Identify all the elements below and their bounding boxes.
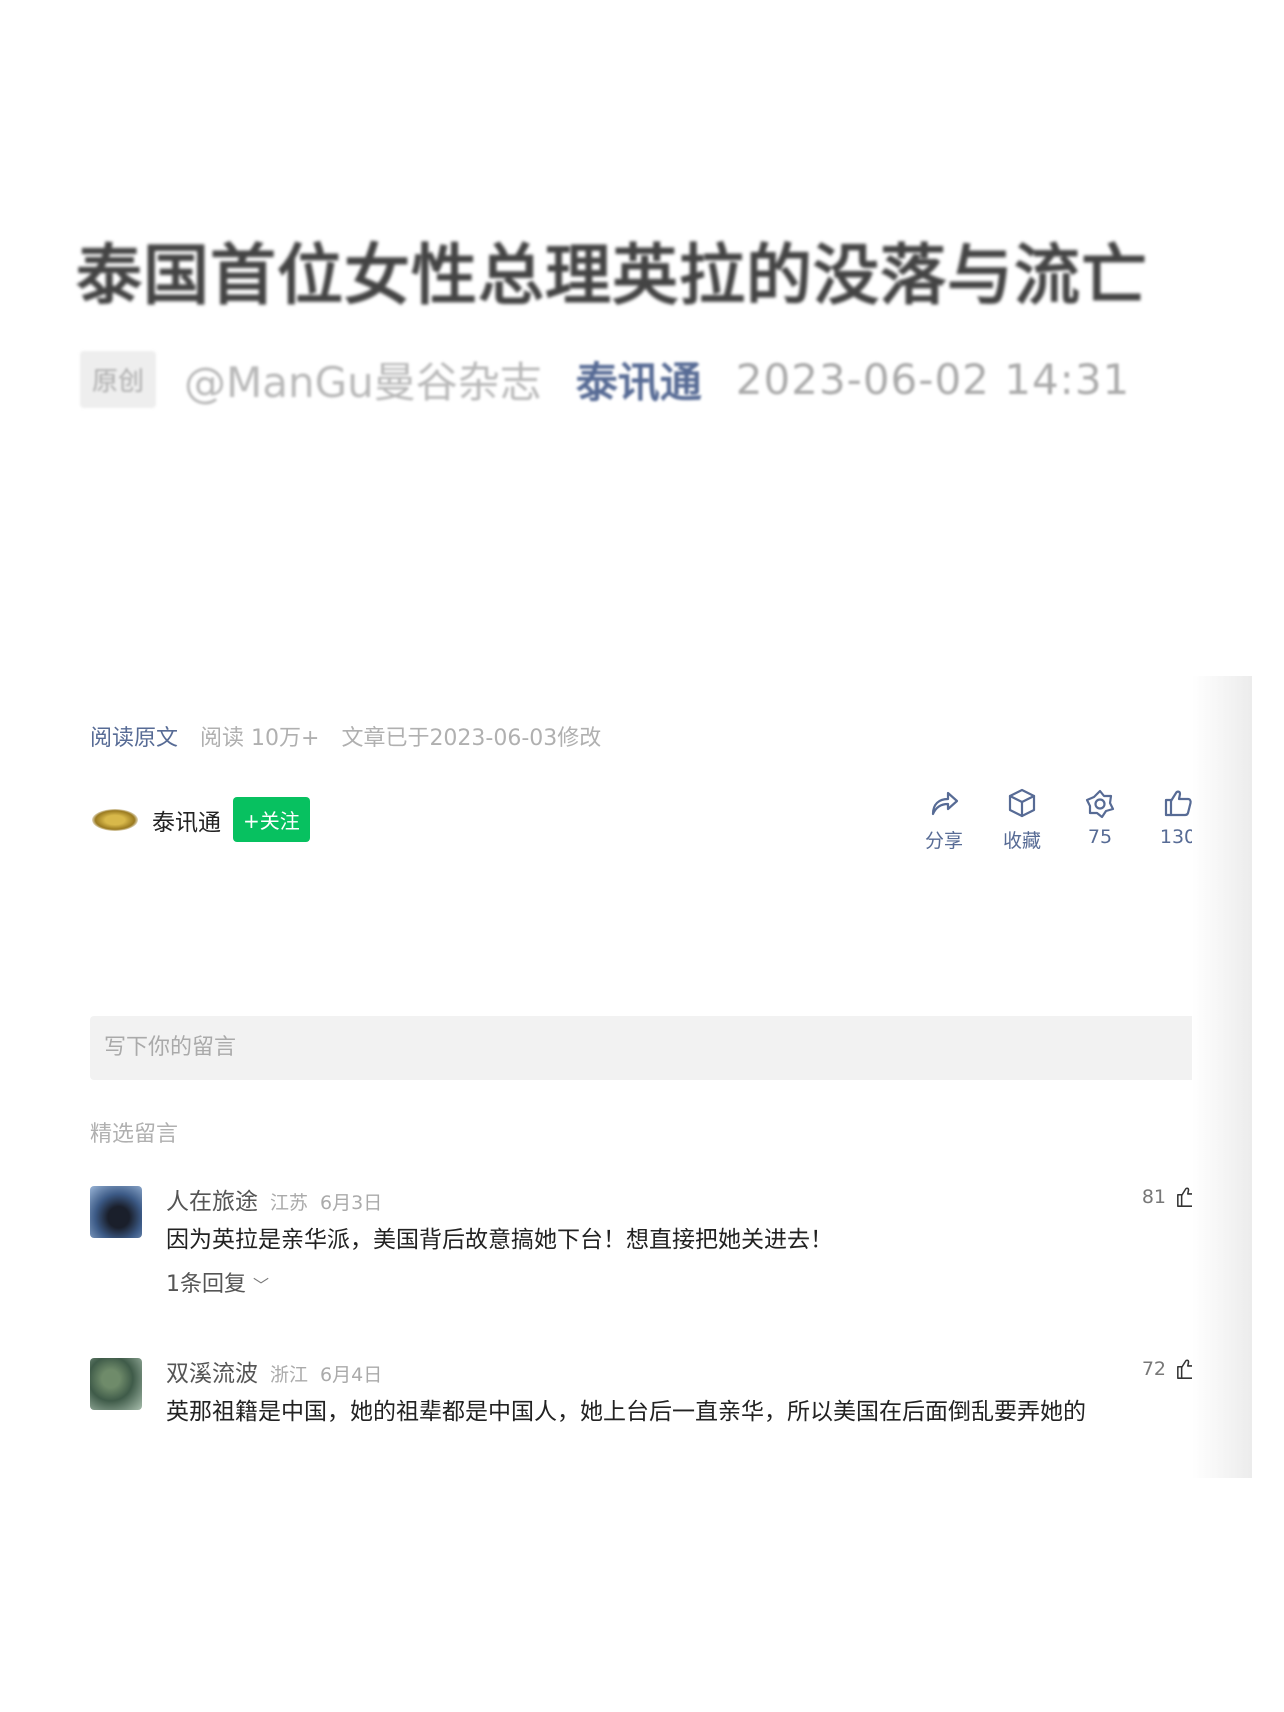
- chevron-down-icon: ﹀: [253, 1276, 270, 1295]
- like-count: 130: [1159, 826, 1197, 848]
- avatar[interactable]: [90, 1186, 142, 1238]
- comment-like-count: 81: [1141, 1186, 1166, 1208]
- comment-location: 浙江: [270, 1364, 309, 1386]
- follow-button[interactable]: +关注: [233, 797, 310, 842]
- replies-count: 1条回复: [166, 1272, 246, 1297]
- favorite-box-icon: [1008, 788, 1036, 818]
- comment-nickname: 人在旅途: [166, 1189, 258, 1215]
- read-count: 阅读 10万+: [200, 726, 320, 751]
- read-info-line: 阅读原文 阅读 10万+ 文章已于2023-06-03修改: [90, 720, 601, 752]
- article-title: 泰国首位女性总理英拉的没落与流亡: [76, 237, 1148, 314]
- author-name: @ManGu曼谷杂志: [184, 357, 542, 407]
- avatar[interactable]: [90, 1358, 142, 1410]
- comment-location: 江苏: [270, 1192, 309, 1214]
- favorite-button[interactable]: 收藏: [1000, 786, 1044, 853]
- share-label: 分享: [924, 830, 963, 852]
- comment-text: 英那祖籍是中国，她的祖辈都是中国人，她上台后一直亲华，所以美国在后面倒乱要弄她的: [166, 1399, 1086, 1425]
- action-bar: 分享 收藏 75 130: [922, 786, 1200, 853]
- favorite-label: 收藏: [1002, 830, 1041, 852]
- account-link[interactable]: 泰讯通: [576, 349, 702, 410]
- share-button[interactable]: 分享: [922, 786, 966, 853]
- replies-toggle[interactable]: 1条回复 ﹀: [166, 1266, 269, 1298]
- page-edge-shadow: [1192, 676, 1252, 1478]
- flower-button[interactable]: 75: [1078, 786, 1122, 853]
- modified-note: 文章已于2023-06-03修改: [341, 726, 602, 751]
- comment-date: 6月4日: [320, 1364, 383, 1386]
- comment-text: 因为英拉是亲华派，美国背后故意搞她下台！想直接把她关进去！: [166, 1227, 833, 1253]
- comment-nickname: 双溪流波: [166, 1361, 258, 1387]
- flower-count: 75: [1087, 826, 1113, 848]
- account-bar: 泰讯通 +关注: [92, 797, 310, 842]
- comment-input[interactable]: 写下你的留言: [90, 1016, 1204, 1080]
- flower-icon: [1085, 789, 1115, 819]
- comment-like-count: 72: [1141, 1358, 1166, 1380]
- thumb-up-icon: [1164, 790, 1192, 817]
- read-original-link[interactable]: 阅读原文: [90, 720, 178, 752]
- article-meta: 原创 @ManGu曼谷杂志 泰讯通 2023-06-02 14:31: [80, 348, 1130, 410]
- share-icon: [931, 791, 959, 816]
- account-logo[interactable]: [92, 808, 138, 831]
- account-name[interactable]: 泰讯通: [152, 803, 221, 837]
- original-badge: 原创: [80, 350, 157, 408]
- publish-time: 2023-06-02 14:31: [735, 354, 1131, 404]
- comment-date: 6月3日: [320, 1192, 383, 1214]
- featured-comments-title: 精选留言: [90, 1122, 179, 1147]
- article-footer-panel: 阅读原文 阅读 10万+ 文章已于2023-06-03修改 泰讯通 +关注 分享…: [76, 676, 1252, 1478]
